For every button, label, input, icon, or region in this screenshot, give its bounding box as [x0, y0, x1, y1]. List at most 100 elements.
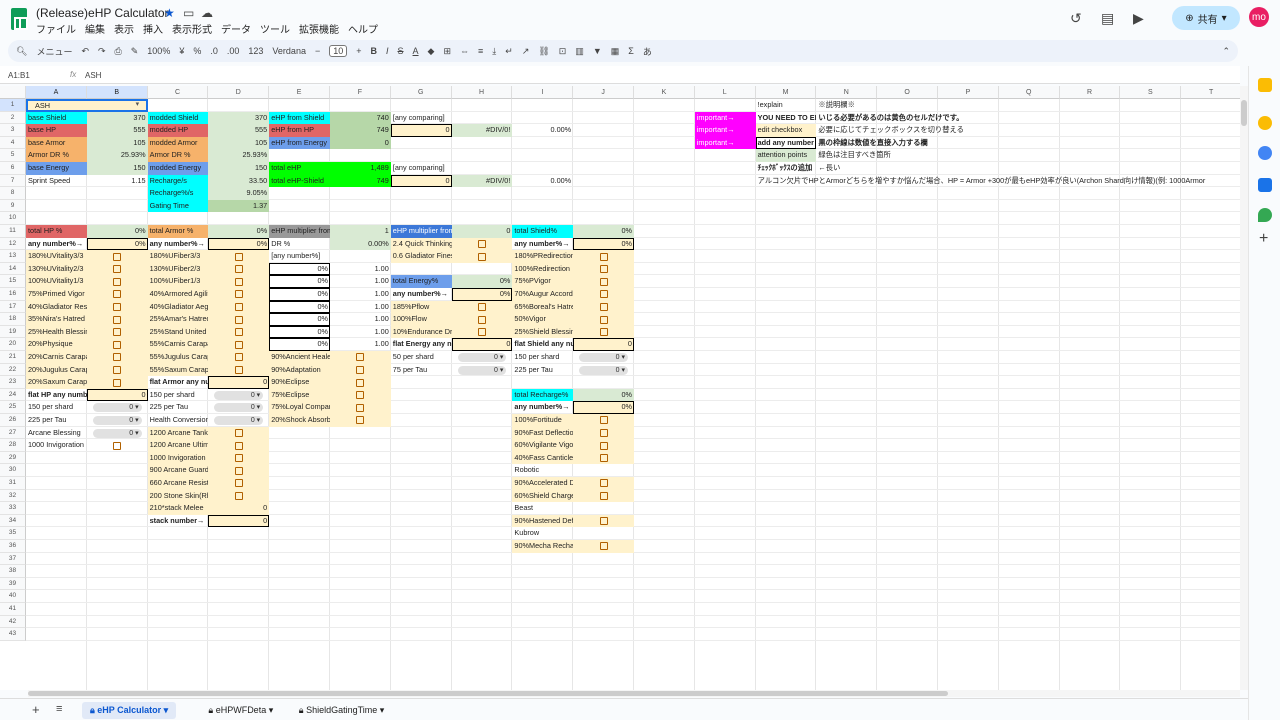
checkbox[interactable] [478, 252, 486, 261]
checkbox[interactable] [599, 542, 608, 551]
checkbox[interactable] [234, 290, 243, 299]
checkbox[interactable] [234, 315, 243, 324]
cell[interactable]: modded Shield [148, 112, 209, 125]
cell[interactable]: 180%UFiber3/3 [148, 250, 209, 263]
cell[interactable]: 2.4 Quick Thinking [391, 238, 452, 251]
row-header-25[interactable]: 25 [0, 401, 26, 414]
sheet-tab-2[interactable]: 🔒︎ ShieldGatingTime ▾ [291, 702, 393, 719]
cell[interactable]: ※説明欄※ [816, 99, 938, 112]
cell[interactable]: total Shield% [512, 225, 573, 238]
cell[interactable]: 70%Augur Accord [512, 288, 573, 301]
checkbox[interactable] [599, 517, 608, 526]
cell[interactable]: 555 [87, 124, 148, 137]
cell[interactable]: 75%Loyal Companion [269, 401, 330, 414]
dropdown-chip[interactable]: 0 ▾ [579, 365, 628, 375]
checkbox[interactable] [234, 479, 243, 488]
column-header-O[interactable]: O [877, 86, 938, 99]
cell[interactable]: total Armor % [148, 225, 209, 238]
checkbox[interactable] [234, 277, 243, 286]
cell[interactable]: 0 [87, 389, 148, 402]
cell[interactable]: important→ [695, 124, 756, 137]
cell[interactable]: [any number%] [269, 250, 330, 263]
cell[interactable]: 1.00 [330, 326, 391, 339]
menu-item-8[interactable]: ヘルプ [348, 21, 378, 36]
cell[interactable]: total HP % [26, 225, 87, 238]
cell[interactable]: Robotic [512, 464, 573, 477]
collapse-toolbar-icon[interactable]: ⌃ [1222, 46, 1230, 57]
cell[interactable]: 0% [269, 338, 330, 351]
star-icon[interactable]: ★ [164, 6, 175, 20]
search-icon[interactable]: 🔍︎ [16, 46, 27, 57]
cell[interactable]: 0% [208, 225, 269, 238]
checkbox[interactable] [599, 290, 608, 299]
checkbox[interactable] [599, 277, 608, 286]
italic-icon[interactable]: I [386, 46, 389, 56]
zoom-select[interactable]: 100% [147, 46, 170, 56]
row-header-37[interactable]: 37 [0, 552, 26, 566]
row-header-26[interactable]: 26 [0, 414, 26, 427]
cell[interactable]: 0 [452, 225, 513, 238]
cell[interactable]: 20%Jugulus Carapace [26, 364, 87, 377]
cell[interactable]: 90%Fast Deflection [512, 427, 573, 440]
spreadsheet-grid[interactable]: A B C D E F G H I J K L M N O P Q R S T 1 2 3 4 5 6 7 8 9 10 11 12 13 14 1… [0, 86, 1240, 690]
cell[interactable]: 0.6 Gladiator Finesse [391, 250, 452, 263]
cell[interactable]: 0.00% [512, 124, 573, 137]
cell[interactable]: 0 [452, 338, 513, 351]
checkbox[interactable] [234, 340, 243, 349]
menu-item-0[interactable]: ファイル [36, 21, 76, 36]
checkbox[interactable] [599, 454, 608, 463]
cell[interactable]: base Energy [26, 162, 87, 175]
cell[interactable]: 25.93% [208, 149, 269, 162]
row-header-13[interactable]: 13 [0, 250, 26, 263]
cell[interactable]: 20%Carnis Carapace [26, 351, 87, 364]
cell[interactable]: stack number→ [148, 515, 209, 528]
cell[interactable]: 180%PRedirection [512, 250, 573, 263]
checkbox[interactable] [113, 277, 122, 286]
checkbox[interactable] [478, 328, 486, 337]
row-header-1[interactable]: 1 [0, 99, 26, 112]
dropdown-chip[interactable]: 0 ▾ [92, 428, 142, 438]
checkbox[interactable] [234, 302, 243, 311]
cell[interactable]: 1.00 [330, 288, 391, 301]
cell[interactable]: modded Armor [148, 137, 209, 150]
row-header-9[interactable]: 9 [0, 199, 26, 213]
checkbox[interactable] [478, 239, 486, 248]
checkbox[interactable] [113, 365, 122, 374]
print-icon[interactable]: ⎙ [115, 46, 122, 57]
cell[interactable]: 0% [573, 389, 634, 402]
row-header-8[interactable]: 8 [0, 187, 26, 200]
vertical-align-icon[interactable]: ⤓ [492, 46, 496, 57]
dropdown-chip[interactable]: 0 ▾ [92, 416, 142, 425]
cell[interactable]: 130%UVitality2/3 [26, 263, 87, 276]
cell[interactable]: 0 [573, 338, 634, 351]
avatar[interactable]: mo [1249, 7, 1269, 27]
cell[interactable]: flat Armor any number [148, 376, 209, 389]
cell[interactable]: 100%UVitality1/3 [26, 275, 87, 288]
percent-button[interactable]: % [193, 46, 201, 56]
horizontal-align-icon[interactable]: ≡ [478, 46, 483, 56]
cell[interactable]: 40%Armored Agility [148, 288, 209, 301]
cell[interactable]: total eHP [269, 162, 330, 175]
checkbox[interactable] [234, 466, 243, 475]
cell[interactable]: 0% [452, 288, 513, 301]
checkbox[interactable] [113, 265, 122, 274]
column-header-P[interactable]: P [938, 86, 999, 99]
checkbox[interactable] [356, 403, 365, 412]
cell[interactable]: edit checkbox [756, 124, 817, 137]
cell[interactable]: 100%UFiber1/3 [148, 275, 209, 288]
cell[interactable]: base Armor [26, 137, 87, 150]
cell[interactable]: 1200 Arcane Tanker [148, 427, 209, 440]
cell[interactable]: 1200 Arcane Ultimatum [148, 439, 209, 452]
cell[interactable]: 9.05% [208, 187, 269, 200]
checkbox[interactable] [113, 378, 122, 387]
checkbox[interactable] [599, 428, 608, 437]
name-box[interactable]: A1:B1 [8, 71, 30, 80]
share-button[interactable]: ⊕ 共有 ▾ [1172, 6, 1240, 30]
add-sheet-icon[interactable]: + [32, 702, 40, 717]
cell[interactable]: 0 [208, 502, 269, 515]
checkbox[interactable] [599, 328, 608, 337]
cell[interactable]: flat Shield any number [512, 338, 573, 351]
row-header-7[interactable]: 7 [0, 174, 26, 188]
checkbox[interactable] [113, 441, 122, 450]
cell[interactable]: attention points [756, 149, 817, 162]
